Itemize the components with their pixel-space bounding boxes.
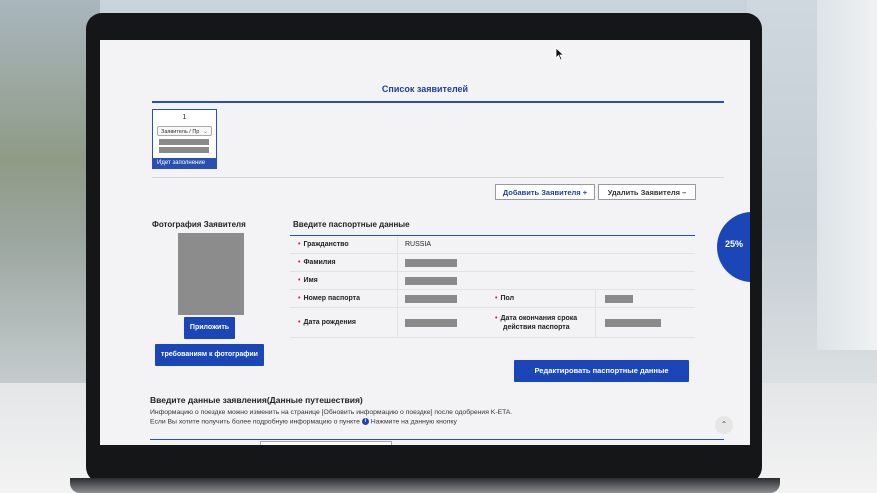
citizenship-value: RUSSIA (405, 241, 432, 248)
citizenship-row: • Гражданство RUSSIA (290, 236, 695, 254)
title-underline (152, 101, 724, 103)
surname-row: • Фамилия (290, 254, 695, 272)
scroll-top-icon[interactable]: ⌃ (715, 416, 733, 434)
trip-section-title: Введите данные заявления(Данные путешест… (150, 395, 363, 405)
redacted-birth-date (405, 319, 457, 327)
bottom-divider (150, 439, 724, 440)
name-label: • Имя (298, 277, 318, 284)
birth-date-label: • Дата рождения (298, 319, 356, 326)
info-icon[interactable]: i (361, 418, 369, 425)
redacted-passport-number (405, 295, 457, 303)
applicant-type-select[interactable]: Заявитель / Пр ⌄ (157, 126, 212, 136)
chevron-down-icon: ⌄ (202, 129, 208, 135)
applicant-card[interactable]: 1 Заявитель / Пр ⌄ Идет заполнение (152, 109, 217, 169)
citizenship-label: • Гражданство (298, 241, 349, 248)
trip-help-note: Если Вы хотите получить более подробную … (150, 418, 457, 426)
name-row: • Имя (290, 272, 695, 290)
redacted-passport (159, 147, 209, 153)
passport-expiry-label: • Дата окончания срока действия паспорта (495, 315, 578, 331)
sex-label: • Пол (495, 295, 515, 302)
applicant-status: Идет заполнение (153, 158, 216, 168)
attach-photo-button[interactable]: Приложить (184, 317, 235, 339)
photo-requirements-button[interactable]: требованиям к фотографии (155, 344, 264, 366)
birth-date-row: • Дата рождения • Дата окончания срока дейс… (290, 308, 695, 338)
redacted-name-value (405, 277, 457, 285)
passport-section-title: Введите паспортные данные (293, 220, 410, 229)
applicant-type-value: Заявитель / Пр (161, 129, 200, 135)
page-title: Список заявителей (381, 84, 469, 94)
applicant-number: 1 (182, 114, 187, 121)
passport-number-label: • Номер паспорта (298, 295, 361, 302)
photo-section-title: Фотография Заявителя (152, 220, 246, 229)
redacted-expiry-date (605, 319, 661, 327)
edit-passport-button[interactable]: Редактировать паспортные данные (514, 360, 689, 382)
remove-applicant-button[interactable]: Удалить Заявителя – (598, 184, 696, 200)
background-building (817, 0, 877, 350)
trip-note: Информацию о поездке можно изменить на с… (150, 409, 513, 416)
redacted-name (159, 139, 209, 145)
divider (152, 177, 724, 178)
applicant-photo-placeholder (178, 233, 244, 315)
next-section-tab[interactable] (260, 441, 392, 445)
laptop-base (70, 478, 780, 493)
redacted-surname (405, 259, 457, 267)
laptop-screen: Список заявителей 1 Заявитель / Пр ⌄ Иде… (100, 40, 750, 445)
redacted-sex (605, 295, 633, 303)
surname-label: • Фамилия (298, 259, 336, 266)
progress-indicator: 25% (717, 212, 750, 282)
add-applicant-button[interactable]: Добавить Заявителя + (495, 184, 595, 200)
passport-number-row: • Номер паспорта • Пол (290, 290, 695, 308)
background-city (0, 0, 100, 400)
